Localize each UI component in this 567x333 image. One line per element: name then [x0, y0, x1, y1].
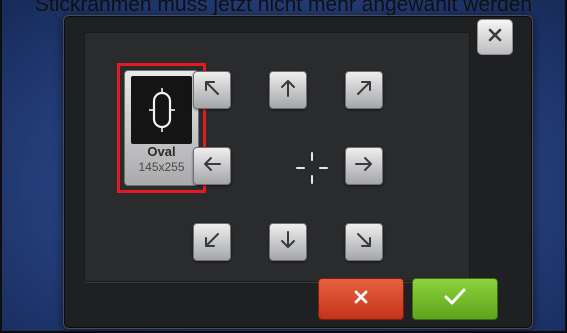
- cancel-button[interactable]: [318, 278, 404, 320]
- move-down-right-button[interactable]: [345, 223, 383, 261]
- confirm-button[interactable]: [412, 278, 498, 320]
- close-button[interactable]: [477, 19, 513, 55]
- hoop-position-dialog: Oval 145x255: [63, 15, 533, 329]
- arrow-down-icon: [278, 230, 298, 255]
- arrow-up-right-icon: [354, 78, 374, 103]
- hoop-panel: Oval 145x255: [84, 32, 470, 282]
- arrow-up-icon: [278, 78, 298, 103]
- hoop-oval-button[interactable]: Oval 145x255: [124, 70, 199, 186]
- move-down-left-button[interactable]: [193, 223, 231, 261]
- move-up-button[interactable]: [269, 71, 307, 109]
- arrow-down-right-icon: [354, 230, 374, 255]
- arrow-left-icon: [202, 154, 222, 179]
- move-up-left-button[interactable]: [193, 71, 231, 109]
- move-left-button[interactable]: [193, 147, 231, 185]
- move-down-button[interactable]: [269, 223, 307, 261]
- arrow-right-icon: [354, 154, 374, 179]
- oval-hoop-icon: [131, 76, 192, 144]
- checkmark-icon: [443, 287, 467, 312]
- banner-text: Stickrahmen muss jetzt nicht mehr angewä…: [34, 0, 533, 16]
- move-up-right-button[interactable]: [345, 71, 383, 109]
- close-icon: [487, 27, 503, 48]
- arrow-up-left-icon: [202, 78, 222, 103]
- hoop-size: 145x255: [138, 160, 185, 174]
- crosshair-icon: [292, 148, 332, 188]
- arrow-down-left-icon: [202, 230, 222, 255]
- hoop-name: Oval: [147, 144, 176, 159]
- x-icon: [352, 288, 370, 311]
- move-right-button[interactable]: [345, 147, 383, 185]
